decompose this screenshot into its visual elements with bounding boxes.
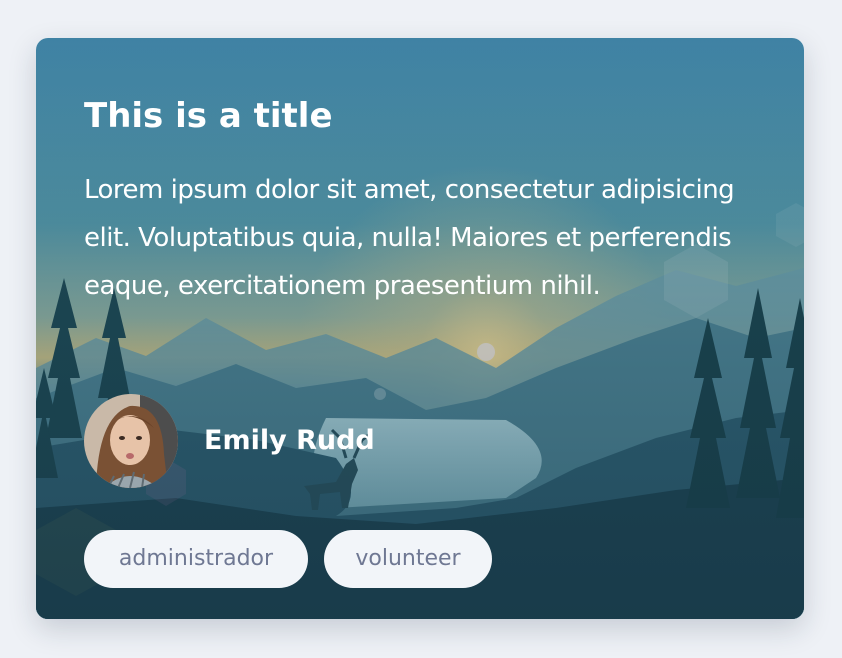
tag-volunteer[interactable]: volunteer (324, 530, 492, 588)
card-title: This is a title (84, 96, 333, 136)
profile-card: This is a title Lorem ipsum dolor sit am… (36, 38, 804, 619)
avatar (84, 394, 178, 488)
tag-administrador[interactable]: administrador (84, 530, 308, 588)
avatar-image (84, 394, 178, 488)
card-description: Lorem ipsum dolor sit amet, consectetur … (84, 175, 735, 301)
author-name: Emily Rudd (204, 425, 375, 456)
